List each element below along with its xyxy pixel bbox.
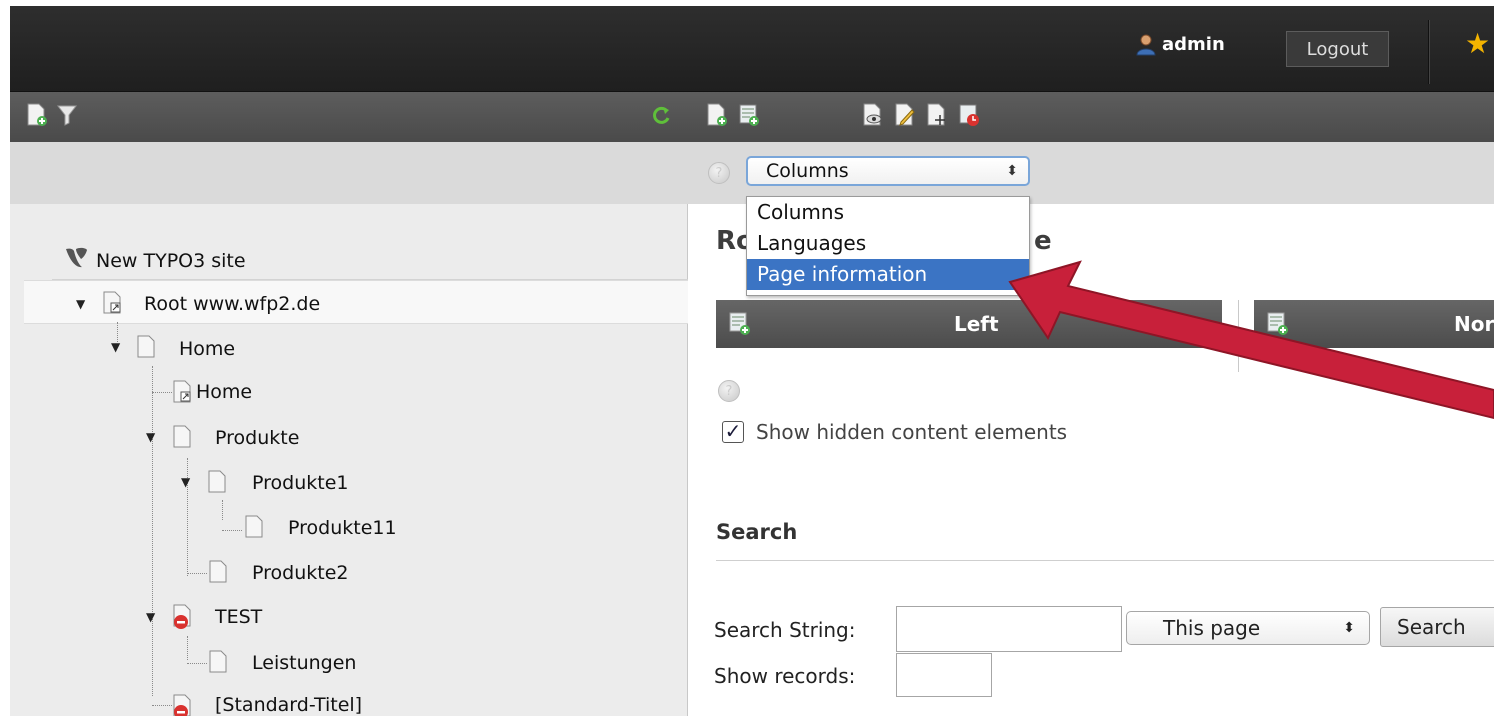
tree-node-label[interactable]: Home [179,338,235,360]
view-mode-select-value: Columns [766,160,849,182]
page-tree-filter-bar [10,142,688,204]
tree-line [152,705,172,706]
page-icon[interactable] [136,335,158,359]
refresh-icon[interactable] [650,104,672,128]
column-header-normal: Nor [1254,300,1494,348]
page-icon[interactable] [208,650,230,674]
search-scope-select[interactable]: This page ⬍ [1126,611,1370,645]
page-icon[interactable] [208,560,230,584]
tree-line [152,392,172,393]
tree-node-label[interactable]: Produkte [215,427,299,449]
collapse-toggle-icon[interactable]: ▼ [111,340,120,354]
view-page-icon[interactable] [862,103,884,127]
show-records-label: Show records: [714,664,856,688]
tree-node-label[interactable]: Produkte2 [252,562,348,584]
search-divider [716,560,1494,561]
page-tree-toolbar [10,92,688,142]
shortcut-page-icon[interactable] [172,380,194,404]
view-mode-dropdown[interactable]: Columns Languages Page information [746,196,1030,296]
edit-page-icon[interactable] [894,103,916,127]
show-hidden-toggle[interactable]: ✓ Show hidden content elements [722,420,1067,444]
select-arrows-icon: ⬍ [1006,163,1018,179]
new-page-icon[interactable] [26,103,48,127]
tree-node-label[interactable]: Leistungen [252,652,356,674]
page-history-icon[interactable] [958,103,980,127]
typo3-logo-icon [66,247,87,268]
tree-line [222,530,242,531]
username[interactable]: admin [1162,34,1225,55]
new-content-icon[interactable] [728,311,752,337]
tree-site-label[interactable]: New TYPO3 site [96,250,246,272]
page-icon[interactable] [172,425,194,449]
column-label: Nor [1454,312,1494,336]
search-heading: Search [716,520,798,544]
tree-line [187,663,207,664]
collapse-toggle-icon[interactable]: ▼ [76,297,85,311]
column-divider [1238,300,1239,372]
tree-node-label[interactable]: TEST [215,606,262,628]
restricted-page-icon[interactable] [172,694,194,716]
search-string-label: Search String: [714,618,856,642]
shortcut-page-icon[interactable] [102,291,124,315]
filter-icon[interactable] [56,103,78,127]
new-content-icon[interactable] [1266,311,1290,337]
dropdown-option-columns[interactable]: Columns [747,197,1029,228]
view-mode-select[interactable]: Columns ⬍ [746,156,1030,186]
dropdown-option-languages[interactable]: Languages [747,228,1029,259]
restricted-page-icon[interactable] [172,604,194,630]
collapse-toggle-icon[interactable]: ▼ [146,610,155,624]
top-bar: admin Logout ★ [10,6,1494,92]
new-page-icon[interactable] [706,103,728,127]
search-button[interactable]: Search [1380,607,1494,647]
new-content-icon[interactable] [738,103,760,127]
tree-node-label[interactable]: Produkte1 [252,472,348,494]
show-hidden-label: Show hidden content elements [756,420,1068,444]
logout-button[interactable]: Logout [1286,31,1389,67]
search-scope-value: This page [1163,616,1261,640]
collapse-toggle-icon[interactable]: ▼ [181,475,190,489]
tree-line [117,322,118,342]
bookmark-star-icon[interactable]: ★ [1465,30,1490,58]
user-icon [1136,34,1156,56]
tree-line [187,636,188,660]
page-title-end: e [1034,226,1052,256]
tree-node-label[interactable]: Produkte11 [288,517,397,539]
topbar-divider [1428,20,1430,84]
move-page-icon[interactable] [926,103,948,127]
select-arrows-icon: ⬍ [1343,620,1355,636]
column-label: Left [954,312,999,336]
module-toolbar [688,92,1494,142]
tree-line [222,500,223,520]
show-hidden-checkbox[interactable]: ✓ [722,421,744,443]
tree-node-label[interactable]: [Standard-Titel] [215,694,362,716]
show-records-input[interactable] [896,653,992,697]
tree-line [187,573,207,574]
tree-node-label[interactable]: Root www.wfp2.de [144,293,320,315]
page-icon[interactable] [244,515,266,539]
tree-line [152,366,153,696]
help-icon[interactable]: ? [708,162,730,184]
collapse-toggle-icon[interactable]: ▼ [146,430,155,444]
search-string-input[interactable] [896,606,1122,652]
help-icon[interactable]: ? [718,380,740,402]
tree-node-label[interactable]: Home [196,381,252,403]
page-icon[interactable] [207,470,229,494]
dropdown-option-page-information[interactable]: Page information [747,259,1029,290]
column-header-left: Left [716,300,1222,348]
